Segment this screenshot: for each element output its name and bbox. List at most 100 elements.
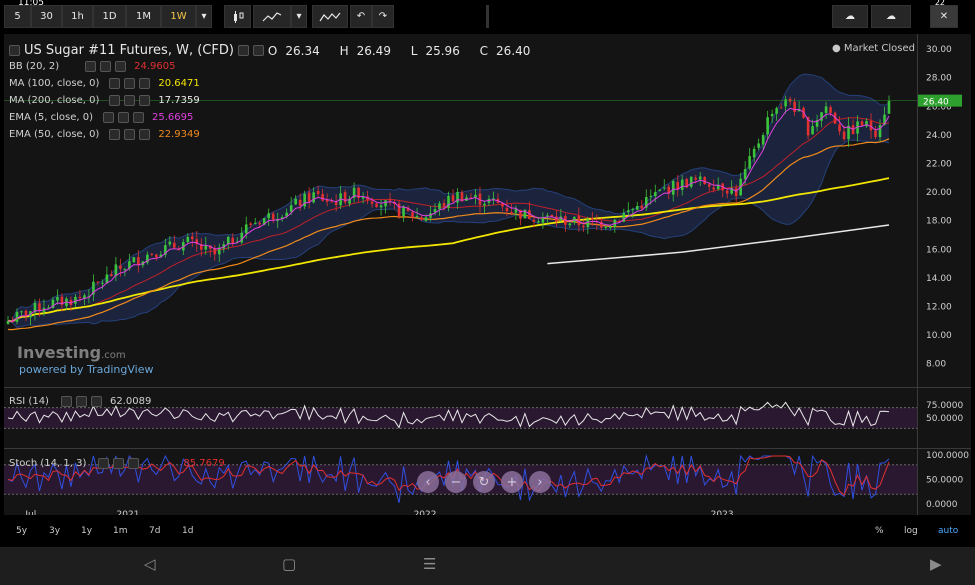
candle-body (258, 222, 262, 225)
ema50-close-icon[interactable] (139, 129, 151, 140)
close-value: 26.40 (496, 43, 531, 58)
ema5-settings-icon[interactable] (102, 112, 114, 123)
interval-5[interactable]: 5 (4, 5, 31, 28)
candle-body (388, 199, 392, 201)
candle-body (775, 108, 778, 114)
ohlc-values: O 26.34 H 26.49 L 25.96 C 26.40 (268, 44, 538, 58)
legend-bb-name: BB (20, 2) (9, 61, 60, 72)
candle-body (604, 226, 608, 228)
legend-ema5-value: 25.6695 (151, 112, 194, 123)
rsi-eye-icon[interactable] (75, 396, 87, 407)
ma200-eye-icon[interactable] (124, 95, 136, 106)
scroll-right-button[interactable]: › (529, 471, 551, 493)
close-icon[interactable]: ✕ (930, 5, 958, 28)
eye-icon[interactable] (252, 45, 264, 56)
settings-icon[interactable] (237, 45, 249, 56)
candle-body (226, 236, 230, 244)
recents-icon[interactable]: ☰ (423, 555, 436, 573)
candlestick-icon[interactable] (224, 5, 251, 28)
redo-icon[interactable]: ↷ (372, 5, 394, 28)
interval-1m[interactable]: 1M (126, 5, 161, 28)
candle-body (190, 236, 194, 240)
ma100-eye-icon[interactable] (124, 78, 136, 89)
ma200-settings-icon[interactable] (109, 95, 121, 106)
percent-scale-button[interactable]: % (875, 526, 884, 536)
ema50-settings-icon[interactable] (109, 129, 121, 140)
chart-type-dropdown-icon[interactable]: ▾ (291, 5, 307, 28)
candle-body (424, 217, 428, 221)
candle-body (343, 192, 347, 203)
back-icon[interactable]: ◁ (144, 555, 156, 573)
bb-eye-icon[interactable] (100, 61, 112, 72)
y-tick-label: 14.00 (926, 274, 952, 284)
candle-body (204, 245, 208, 250)
candle-body (451, 195, 455, 202)
candle-body (240, 232, 244, 243)
range-3y[interactable]: 3y (49, 526, 60, 536)
candle-body (420, 217, 423, 220)
powered-by-link[interactable]: powered by TradingView (19, 363, 153, 376)
candle-body (267, 213, 271, 219)
range-1m[interactable]: 1m (113, 526, 128, 536)
candle-body (173, 242, 176, 248)
ma200-close-icon[interactable] (139, 95, 151, 106)
ema5-close-icon[interactable] (132, 112, 144, 123)
collapse-icon[interactable] (9, 45, 20, 56)
cloud-upload-icon[interactable]: ☁ (871, 5, 911, 28)
candle-body (609, 226, 612, 228)
rsi-settings-icon[interactable] (60, 396, 72, 407)
home-icon[interactable]: ▢ (282, 555, 296, 573)
range-5y[interactable]: 5y (16, 526, 27, 536)
interval-1h[interactable]: 1h (62, 5, 93, 28)
reset-chart-button[interactable]: ↻ (473, 471, 495, 493)
candle-body (698, 176, 702, 180)
zoom-in-button[interactable]: + (501, 471, 523, 493)
interval-1w[interactable]: 1W (161, 5, 196, 28)
stoch-settings-icon[interactable] (98, 458, 110, 469)
stoch-close-icon[interactable] (128, 458, 140, 469)
candle-body (887, 100, 891, 114)
bb-settings-icon[interactable] (85, 61, 97, 72)
system-nav-bar: ◁ ▢ ☰ ▶ (0, 547, 975, 585)
candle-body (712, 187, 715, 190)
chart-area[interactable]: 30.00 28.00 26.00 24.00 22.00 20.00 18.00 16.00… (4, 34, 971, 520)
candle-body (546, 215, 549, 217)
scroll-left-button[interactable]: ‹ (417, 471, 439, 493)
undo-icon[interactable]: ↶ (350, 5, 372, 28)
y-tick-label: 30.00 (926, 45, 952, 55)
bb-close-icon[interactable] (115, 61, 127, 72)
legend-ma100-name: MA (100, close, 0) (9, 78, 100, 89)
interval-30[interactable]: 30 (31, 5, 62, 28)
legend-ma200-value: 17.7359 (158, 95, 200, 106)
log-scale-button[interactable]: log (904, 526, 918, 536)
candle-body (582, 225, 585, 228)
ma100-settings-icon[interactable] (109, 78, 121, 89)
cloud-download-icon[interactable]: ☁ (832, 5, 868, 28)
candle-body (788, 98, 792, 102)
candle-body (689, 176, 693, 187)
rsi-close-icon[interactable] (90, 396, 102, 407)
ema50-eye-icon[interactable] (124, 129, 136, 140)
ma100-close-icon[interactable] (139, 78, 151, 89)
interval-1d[interactable]: 1D (93, 5, 126, 28)
candle-body (447, 196, 450, 208)
indicators-icon[interactable] (312, 5, 348, 28)
auto-scale-button[interactable]: auto (938, 526, 958, 536)
ema5-eye-icon[interactable] (117, 112, 129, 123)
zoom-out-button[interactable]: − (445, 471, 467, 493)
logo-brand: Investing (17, 343, 102, 362)
range-1d[interactable]: 1d (182, 526, 193, 536)
forward-icon[interactable]: ▶ (930, 555, 942, 573)
stoch-eye-icon[interactable] (113, 458, 125, 469)
interval-dropdown-icon[interactable]: ▾ (196, 5, 212, 28)
candle-body (662, 187, 666, 189)
range-1y[interactable]: 1y (81, 526, 92, 536)
legend-ma200: MA (200, close, 0) 17.7359 (9, 95, 200, 106)
candle-body (658, 189, 662, 191)
legend-ma100: MA (100, close, 0) 20.6471 (9, 78, 200, 89)
candle-body (155, 254, 158, 258)
line-chart-icon[interactable] (253, 5, 291, 28)
range-7d[interactable]: 7d (149, 526, 160, 536)
candle-body (415, 216, 419, 218)
candle-body (748, 156, 751, 169)
